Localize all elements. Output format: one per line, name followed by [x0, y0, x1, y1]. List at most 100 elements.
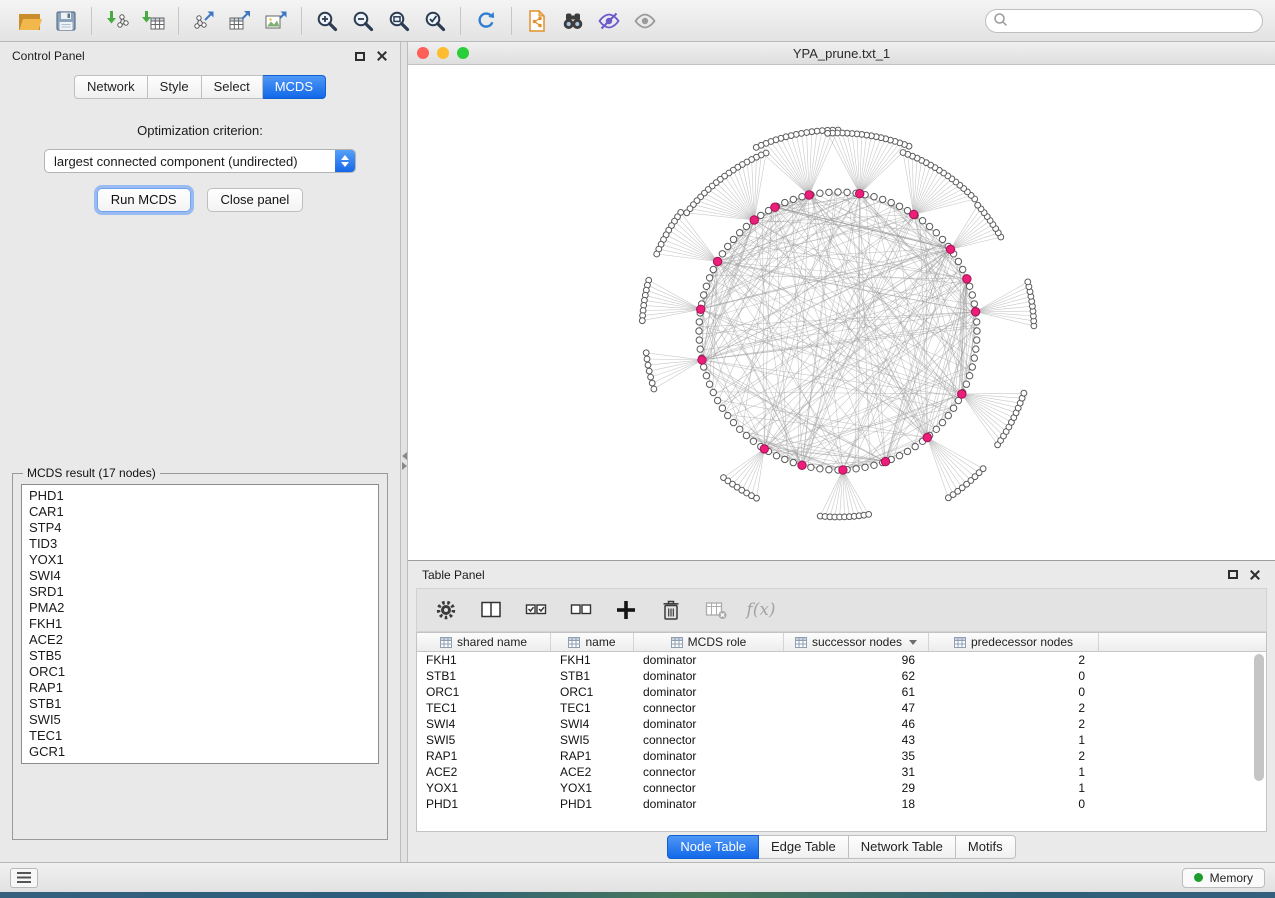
mcds-result-item[interactable]: PHD1 — [29, 488, 371, 504]
export-network-icon[interactable] — [186, 5, 222, 37]
table-cell: TEC1 — [417, 700, 551, 716]
export-table-icon[interactable] — [222, 5, 258, 37]
table-scrollbar-thumb[interactable] — [1254, 654, 1264, 781]
mcds-result-item[interactable]: YOX1 — [29, 552, 371, 568]
tab-network-table[interactable]: Network Table — [849, 835, 956, 859]
close-panel-button[interactable]: Close panel — [207, 188, 304, 212]
table-row[interactable]: ORC1ORC1dominator610 — [417, 684, 1266, 700]
import-network-icon[interactable] — [99, 5, 135, 37]
table-settings-gear-icon[interactable] — [433, 597, 459, 623]
tab-network[interactable]: Network — [74, 75, 148, 99]
close-panel-icon[interactable] — [376, 50, 388, 62]
mcds-result-item[interactable]: SWI5 — [29, 712, 371, 728]
mcds-result-list[interactable]: PHD1CAR1STP4TID3YOX1SWI4SRD1PMA2FKH1ACE2… — [21, 484, 379, 764]
search-input[interactable] — [1013, 14, 1255, 28]
network-graph[interactable] — [408, 65, 1275, 560]
tab-node-table[interactable]: Node Table — [667, 835, 759, 859]
export-web-icon[interactable] — [519, 5, 555, 37]
desktop-wallpaper-strip — [0, 892, 1275, 898]
column-header-MCDS-role[interactable]: MCDS role — [634, 633, 784, 651]
table-cell: 2 — [929, 716, 1099, 732]
table-row[interactable]: SWI5SWI5connector431 — [417, 732, 1266, 748]
minimize-window-button[interactable] — [437, 47, 449, 59]
mcds-result-item[interactable]: GCR1 — [29, 744, 371, 760]
mcds-result-item[interactable]: ACE2 — [29, 632, 371, 648]
table-cell: 46 — [784, 716, 929, 732]
select-all-icon[interactable] — [523, 597, 549, 623]
column-header-name[interactable]: name — [551, 633, 634, 651]
find-binoculars-icon[interactable] — [555, 5, 591, 37]
refresh-icon[interactable] — [468, 5, 504, 37]
control-panel-title: Control Panel — [12, 49, 85, 63]
open-folder-icon[interactable] — [12, 5, 48, 37]
import-table-icon[interactable] — [135, 5, 171, 37]
table-cell: SWI4 — [417, 716, 551, 732]
zoom-fit-icon[interactable] — [381, 5, 417, 37]
table-cell: 18 — [784, 796, 929, 812]
optimization-criterion-select[interactable]: largest connected component (undirected) — [44, 149, 356, 173]
table-row[interactable]: SWI4SWI4dominator462 — [417, 716, 1266, 732]
delete-column-trash-icon[interactable] — [658, 597, 684, 623]
mcds-result-item[interactable]: STP4 — [29, 520, 371, 536]
run-mcds-button[interactable]: Run MCDS — [97, 188, 191, 212]
toolbar-separator — [301, 7, 302, 35]
collapse-right-icon[interactable] — [402, 462, 407, 470]
mcds-result-item[interactable]: STB5 — [29, 648, 371, 664]
save-icon[interactable] — [48, 5, 84, 37]
mcds-result-item[interactable]: TEC1 — [29, 728, 371, 744]
zoom-in-icon[interactable] — [309, 5, 345, 37]
mcds-result-item[interactable]: RAP1 — [29, 680, 371, 696]
control-panel: Control Panel NetworkStyleSelectMCDS Opt… — [0, 42, 400, 862]
search-field[interactable] — [985, 9, 1263, 33]
mcds-result-item[interactable]: SRD1 — [29, 584, 371, 600]
column-header-shared-name[interactable]: shared name — [417, 633, 551, 651]
table-row[interactable]: TEC1TEC1connector472 — [417, 700, 1266, 716]
show-columns-icon[interactable] — [478, 597, 504, 623]
table-cell: 1 — [929, 764, 1099, 780]
table-row[interactable]: STB1STB1dominator620 — [417, 668, 1266, 684]
show-details-eye-icon[interactable] — [627, 5, 663, 37]
tab-select[interactable]: Select — [202, 75, 263, 99]
table-cell: SWI5 — [551, 732, 634, 748]
main-toolbar — [0, 0, 1275, 42]
panel-split-divider[interactable] — [400, 42, 408, 862]
table-scrollbar[interactable] — [1253, 653, 1265, 829]
mcds-result-item[interactable]: ORC1 — [29, 664, 371, 680]
table-row[interactable]: PHD1PHD1dominator180 — [417, 796, 1266, 812]
deselect-all-icon[interactable] — [568, 597, 594, 623]
function-builder-icon: f(x) — [748, 597, 774, 623]
chevron-down-icon[interactable] — [909, 640, 917, 645]
column-header-successor-nodes[interactable]: successor nodes — [784, 633, 929, 651]
mcds-result-item[interactable]: STB1 — [29, 696, 371, 712]
mcds-result-item[interactable]: PMA2 — [29, 600, 371, 616]
zoom-out-icon[interactable] — [345, 5, 381, 37]
zoom-selected-icon[interactable] — [417, 5, 453, 37]
float-table-panel-icon[interactable] — [1228, 570, 1238, 579]
export-image-icon[interactable] — [258, 5, 294, 37]
mcds-result-item[interactable]: FKH1 — [29, 616, 371, 632]
memory-button[interactable]: Memory — [1182, 868, 1265, 888]
table-cell: PHD1 — [551, 796, 634, 812]
column-header-predecessor-nodes[interactable]: predecessor nodes — [929, 633, 1099, 651]
tab-mcds[interactable]: MCDS — [263, 75, 326, 99]
close-table-panel-icon[interactable] — [1249, 569, 1261, 581]
mcds-result-item[interactable]: CAR1 — [29, 504, 371, 520]
table-cell: 35 — [784, 748, 929, 764]
tab-motifs[interactable]: Motifs — [956, 835, 1016, 859]
table-row[interactable]: FKH1FKH1dominator962 — [417, 652, 1266, 668]
show-hide-panels-button[interactable] — [10, 868, 38, 888]
toolbar-separator — [511, 7, 512, 35]
add-column-icon[interactable] — [613, 597, 639, 623]
tab-style[interactable]: Style — [148, 75, 202, 99]
tab-edge-table[interactable]: Edge Table — [759, 835, 849, 859]
float-panel-icon[interactable] — [355, 52, 365, 61]
maximize-window-button[interactable] — [457, 47, 469, 59]
collapse-left-icon[interactable] — [402, 452, 407, 460]
hide-details-eye-slash-icon[interactable] — [591, 5, 627, 37]
mcds-result-item[interactable]: SWI4 — [29, 568, 371, 584]
table-row[interactable]: ACE2ACE2connector311 — [417, 764, 1266, 780]
close-window-button[interactable] — [417, 47, 429, 59]
table-row[interactable]: YOX1YOX1connector291 — [417, 780, 1266, 796]
mcds-result-item[interactable]: TID3 — [29, 536, 371, 552]
table-row[interactable]: RAP1RAP1dominator352 — [417, 748, 1266, 764]
